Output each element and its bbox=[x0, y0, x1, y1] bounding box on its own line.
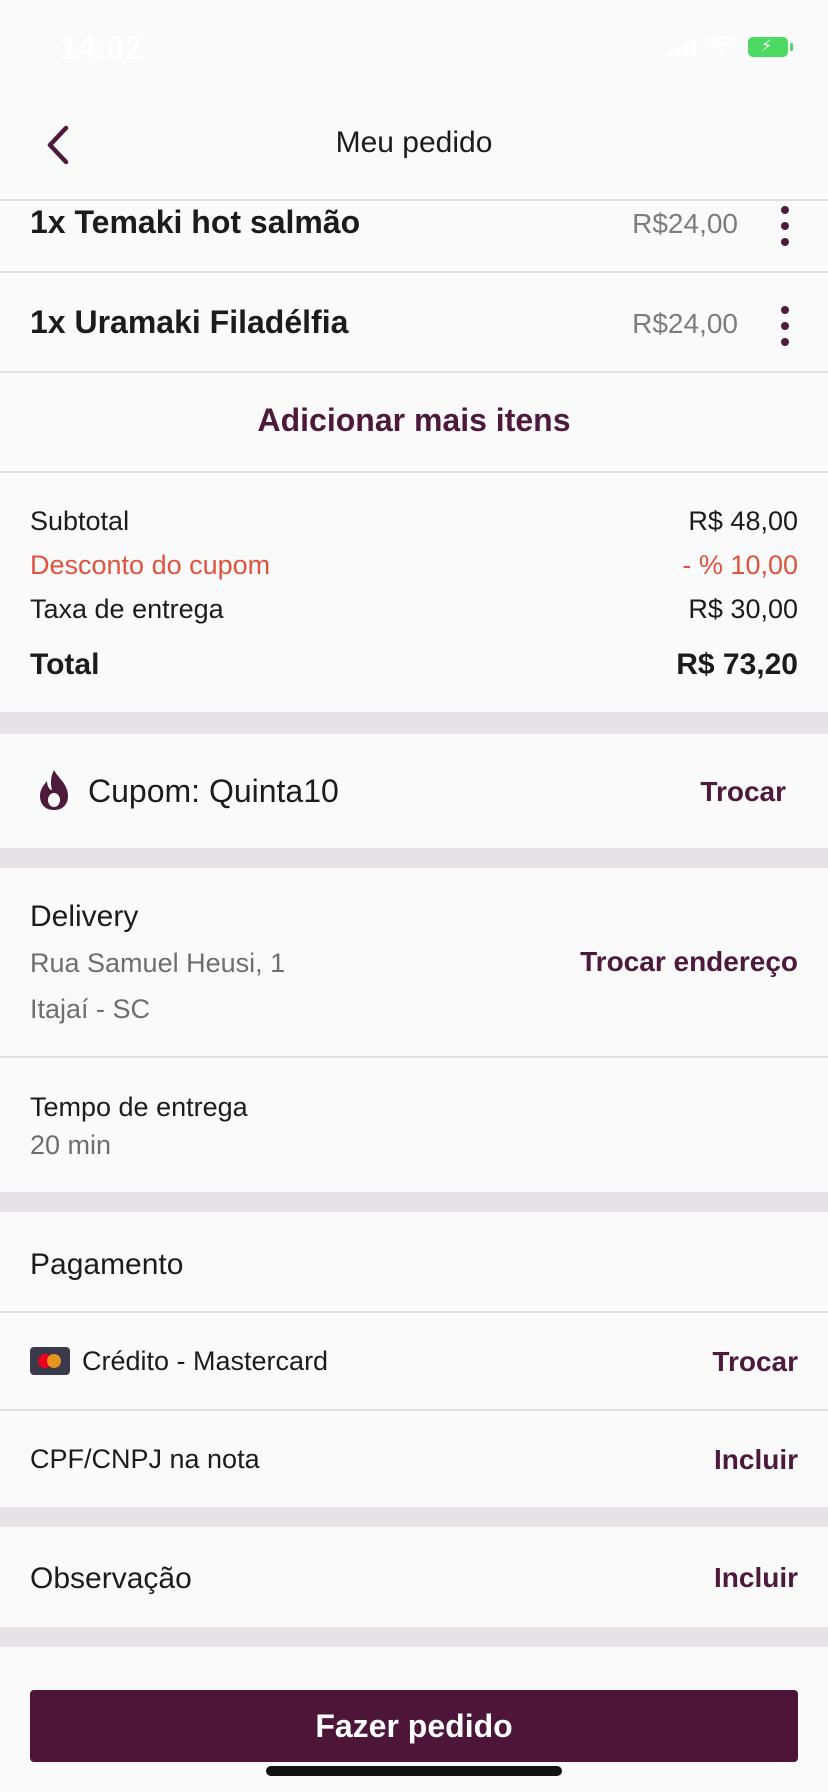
total-label: Total bbox=[30, 648, 100, 681]
include-notes-button[interactable]: Incluir bbox=[714, 1562, 798, 1594]
section-divider bbox=[0, 1311, 828, 1313]
item-name: 1x Uramaki Filadélfia bbox=[30, 304, 349, 340]
home-indicator bbox=[266, 1766, 562, 1776]
mastercard-icon bbox=[30, 1347, 70, 1375]
section-divider bbox=[0, 1409, 828, 1411]
discount-value: - % 10,00 bbox=[682, 550, 798, 580]
section-separator bbox=[0, 1192, 828, 1212]
discount-row: Desconto do cupom - % 10,00 bbox=[30, 550, 798, 581]
delivery-title: Delivery bbox=[30, 900, 139, 933]
change-address-button[interactable]: Trocar endereço bbox=[580, 946, 798, 978]
item-price: R$24,00 bbox=[632, 208, 738, 239]
change-coupon-button[interactable]: Trocar bbox=[700, 776, 786, 808]
section-divider bbox=[0, 471, 828, 473]
item-divider bbox=[0, 371, 828, 373]
place-order-button[interactable]: Fazer pedido bbox=[30, 1690, 798, 1762]
discount-label: Desconto do cupom bbox=[30, 550, 271, 580]
delivery-time-label: Tempo de entrega bbox=[30, 1092, 248, 1122]
item-options-icon[interactable] bbox=[778, 306, 792, 346]
status-icons: ⚡ bbox=[667, 36, 793, 58]
total-value: R$ 73,20 bbox=[676, 648, 798, 681]
notes-label: Observação bbox=[30, 1562, 192, 1595]
status-time: 14:02 bbox=[60, 30, 142, 66]
item-price: R$24,00 bbox=[632, 308, 738, 339]
total-row: Total R$ 73,20 bbox=[30, 648, 798, 682]
section-separator bbox=[0, 712, 828, 734]
page-title: Meu pedido bbox=[335, 126, 493, 159]
delivery-address-line2: Itajaí - SC bbox=[30, 994, 151, 1024]
add-more-items-button[interactable]: Adicionar mais itens bbox=[0, 402, 828, 439]
section-separator bbox=[0, 1507, 828, 1527]
section-separator bbox=[0, 848, 828, 868]
item-options-icon[interactable] bbox=[778, 206, 792, 246]
section-separator bbox=[0, 1627, 828, 1647]
order-item: 1x Uramaki Filadélfia R$24,00 bbox=[0, 272, 828, 370]
battery-icon: ⚡ bbox=[748, 37, 793, 57]
tax-id-label: CPF/CNPJ na nota bbox=[30, 1444, 260, 1474]
delivery-fee-label: Taxa de entrega bbox=[30, 594, 224, 624]
flame-icon bbox=[40, 770, 68, 810]
signal-icon bbox=[667, 37, 696, 57]
item-name: 1x Temaki hot salmão bbox=[30, 204, 361, 240]
subtotal-row: Subtotal R$ 48,00 bbox=[30, 506, 798, 537]
wifi-icon bbox=[708, 36, 736, 56]
include-tax-id-button[interactable]: Incluir bbox=[714, 1444, 798, 1476]
delivery-fee-value: R$ 30,00 bbox=[688, 594, 798, 624]
subtotal-label: Subtotal bbox=[30, 506, 130, 536]
coupon-label: Cupom: Quinta10 bbox=[88, 773, 339, 809]
delivery-address-line1: Rua Samuel Heusi, 1 bbox=[30, 948, 286, 978]
payment-title: Pagamento bbox=[30, 1248, 184, 1281]
subtotal-value: R$ 48,00 bbox=[688, 506, 798, 536]
section-divider bbox=[0, 1056, 828, 1058]
delivery-fee-row: Taxa de entrega R$ 30,00 bbox=[30, 594, 798, 625]
delivery-time-value: 20 min bbox=[30, 1130, 112, 1160]
change-payment-button[interactable]: Trocar bbox=[712, 1346, 798, 1378]
payment-method: Crédito - Mastercard bbox=[82, 1346, 329, 1376]
